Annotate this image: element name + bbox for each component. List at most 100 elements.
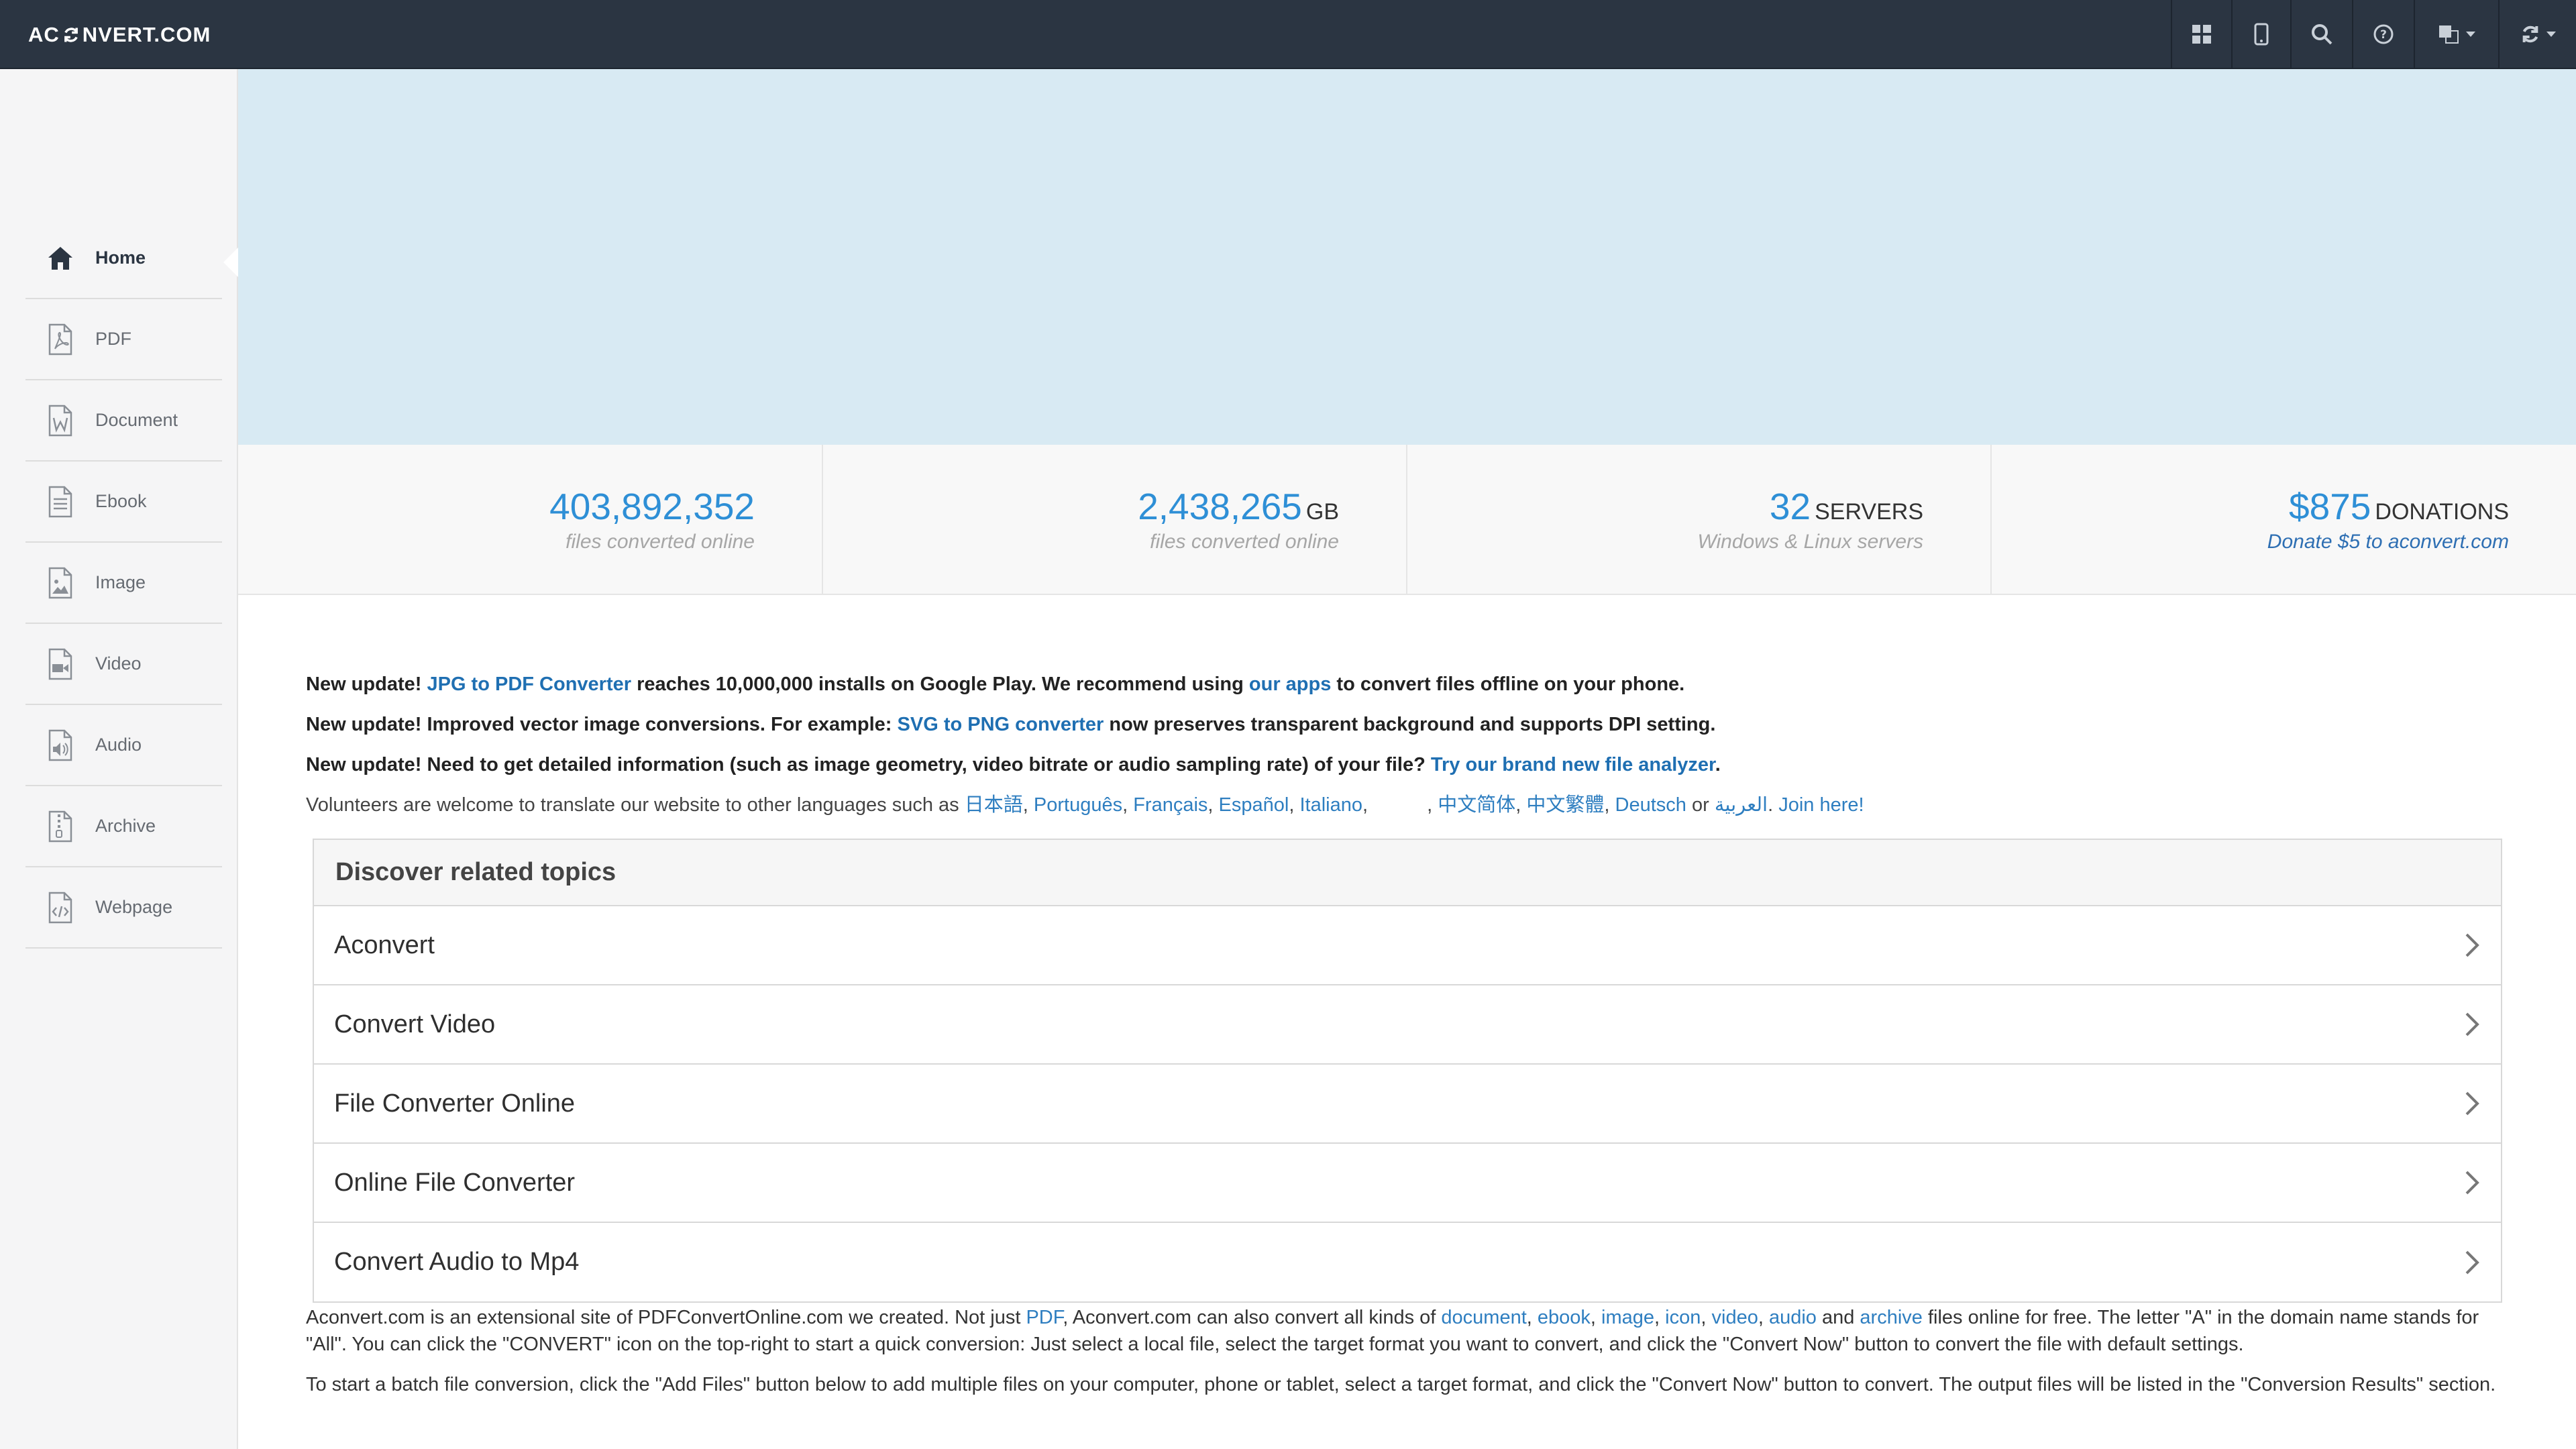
help-icon: ? (2373, 24, 2394, 44)
topic-row[interactable]: File Converter Online (314, 1065, 2501, 1144)
stat-value: 32 (1769, 486, 1811, 527)
archive-file-icon (46, 810, 75, 843)
news-text: to convert files offline on your phone. (1331, 674, 1685, 695)
sidebar-item-label: Image (95, 572, 146, 592)
donate-link[interactable]: Donate $5 to aconvert.com (2267, 531, 2509, 553)
lang-link-portuguese[interactable]: Português (1034, 794, 1122, 816)
sidebar-item-archive[interactable]: Archive (25, 786, 222, 867)
about-paragraph-2: To start a batch file conversion, click … (306, 1374, 2496, 1395)
sidebar-item-label: Home (95, 248, 146, 268)
lang-link-arabic[interactable]: العربية (1715, 794, 1768, 816)
sidebar-item-audio[interactable]: Audio (25, 705, 222, 786)
video-link[interactable]: video (1712, 1307, 1758, 1328)
sidebar-item-video[interactable]: Video (25, 624, 222, 705)
active-indicator (223, 248, 238, 277)
our-apps-link[interactable]: our apps (1249, 674, 1331, 695)
topic-row[interactable]: Convert Audio to Mp4 (314, 1223, 2501, 1301)
stat-gb-converted: 2,438,265 GB files converted online (823, 445, 1407, 594)
volunteers-or: or (1686, 794, 1715, 816)
related-topics-panel: Discover related topics Aconvert Convert… (313, 839, 2502, 1303)
logo-text-prefix: AC (28, 23, 60, 46)
about-section: Aconvert.com is an extensional site of P… (306, 1304, 2500, 1411)
sidebar-item-pdf[interactable]: PDF (25, 299, 222, 380)
ebook-link[interactable]: ebook (1538, 1307, 1591, 1328)
logo-text-suffix: NVERT.COM (82, 23, 211, 46)
sidebar-nav: Home PDF Document Ebook Image Video Audi… (25, 218, 238, 949)
about-text: Aconvert.com is an extensional site of P… (306, 1307, 1026, 1328)
topic-label: Aconvert (334, 930, 435, 959)
refresh-logo-icon (64, 27, 78, 42)
about-paragraph-1: Aconvert.com is an extensional site of P… (306, 1307, 2479, 1355)
chevron-right-icon (2465, 1012, 2479, 1036)
sidebar-item-ebook[interactable]: Ebook (25, 462, 222, 543)
sidebar-item-home[interactable]: Home (25, 218, 238, 299)
pdf-link[interactable]: PDF (1026, 1307, 1063, 1328)
code-file-icon (46, 891, 75, 924)
text-file-icon (46, 485, 75, 519)
sidebar-item-label: Video (95, 653, 142, 674)
news-text: New update! (306, 674, 427, 695)
archive-link[interactable]: archive (1860, 1307, 1923, 1328)
topic-row[interactable]: Aconvert (314, 906, 2501, 985)
stats-bar: 403,892,352 files converted online 2,438… (238, 445, 2576, 595)
lang-link-french[interactable]: Français (1133, 794, 1208, 816)
news-text: reaches 10,000,000 installs on Google Pl… (631, 674, 1249, 695)
svg-to-png-link[interactable]: SVG to PNG converter (898, 714, 1104, 735)
news-item-1: New update! JPG to PDF Converter reaches… (306, 664, 2520, 704)
news-text: New update! Improved vector image conver… (306, 714, 898, 735)
stat-unit: SERVERS (1815, 499, 1923, 525)
topic-row[interactable]: Convert Video (314, 985, 2501, 1065)
topic-label: Convert Video (334, 1010, 496, 1038)
stat-unit: GB (1305, 499, 1339, 525)
language-dropdown[interactable] (2414, 0, 2498, 68)
jpg-to-pdf-link[interactable]: JPG to PDF Converter (427, 674, 631, 695)
icon-link[interactable]: icon (1665, 1307, 1701, 1328)
stat-caption: files converted online (566, 531, 755, 553)
apps-grid-button[interactable] (2171, 0, 2231, 68)
lang-link-chinese-traditional[interactable]: 中文繁體 (1526, 794, 1604, 816)
sidebar-item-label: PDF (95, 329, 131, 349)
stat-value: $875 (2289, 486, 2371, 527)
sidebar-item-image[interactable]: Image (25, 543, 222, 624)
lang-link-spanish[interactable]: Español (1219, 794, 1289, 816)
top-navbar: AC NVERT.COM ? (0, 0, 2576, 69)
news-text: . (1715, 754, 1721, 775)
mobile-icon (2254, 23, 2269, 45)
topic-label: File Converter Online (334, 1089, 576, 1118)
stat-value: 2,438,265 (1138, 486, 1302, 527)
sidebar-item-document[interactable]: Document (25, 380, 222, 462)
lang-link-italian[interactable]: Italiano (1299, 794, 1362, 816)
svg-text:?: ? (2380, 28, 2387, 42)
convert-icon (2522, 25, 2538, 42)
lang-link-chinese-simplified[interactable]: 中文简体 (1438, 794, 1515, 816)
audio-link[interactable]: audio (1769, 1307, 1817, 1328)
stat-unit: DONATIONS (2375, 499, 2509, 525)
volunteers-text: Volunteers are welcome to translate our … (306, 794, 965, 816)
about-text: , Aconvert.com can also convert all kind… (1063, 1307, 1442, 1328)
mobile-apps-button[interactable] (2231, 0, 2290, 68)
image-file-icon (46, 566, 75, 600)
news-text: now preserves transparent background and… (1104, 714, 1716, 735)
topic-row[interactable]: Online File Converter (314, 1144, 2501, 1223)
news-section: New update! JPG to PDF Converter reaches… (306, 664, 2520, 825)
language-icon (2439, 25, 2459, 44)
search-button[interactable] (2290, 0, 2352, 68)
image-link[interactable]: image (1601, 1307, 1654, 1328)
related-topics-title: Discover related topics (314, 840, 2501, 906)
convert-dropdown[interactable] (2498, 0, 2576, 68)
sidebar-item-webpage[interactable]: Webpage (25, 867, 222, 949)
lang-link-german[interactable]: Deutsch (1615, 794, 1686, 816)
sidebar-item-label: Archive (95, 816, 156, 836)
help-button[interactable]: ? (2352, 0, 2414, 68)
apps-grid-icon (2192, 24, 2211, 44)
sidebar-item-label: Ebook (95, 491, 147, 511)
topic-label: Online File Converter (334, 1168, 576, 1197)
document-link[interactable]: document (1441, 1307, 1526, 1328)
site-logo[interactable]: AC NVERT.COM (28, 0, 211, 69)
file-analyzer-link[interactable]: Try our brand new file analyzer (1431, 754, 1715, 775)
sidebar-item-label: Document (95, 410, 178, 430)
lang-link-japanese[interactable]: 日本語 (965, 794, 1023, 816)
sidebar: Home PDF Document Ebook Image Video Audi… (0, 69, 238, 1449)
join-link[interactable]: Join here! (1778, 794, 1864, 816)
ad-banner[interactable] (238, 69, 2576, 445)
